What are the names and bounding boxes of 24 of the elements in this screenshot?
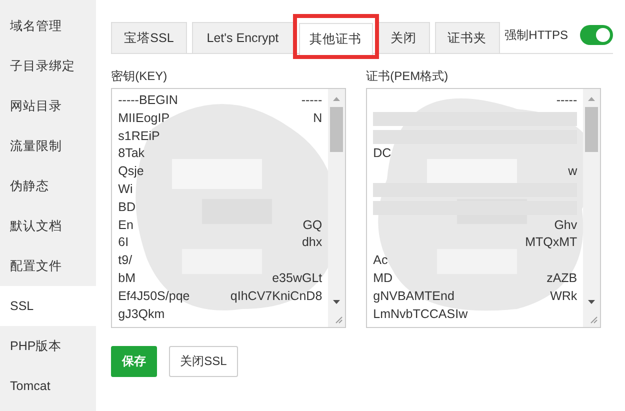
sidebar-item[interactable]: 伪静态 (0, 166, 96, 206)
tab[interactable]: 其他证书 (298, 23, 373, 55)
toggle-label: 强制HTTPS (504, 26, 568, 44)
tab[interactable]: 证书夹 (434, 22, 500, 53)
sidebar-item[interactable]: 配置文件 (0, 246, 96, 286)
scrollbar[interactable] (328, 89, 346, 327)
https-toggle[interactable] (580, 25, 613, 45)
field-label: 证书(PEM格式) (366, 68, 450, 85)
text-area[interactable]: -----BEGIN ----- MIIEogIP N s1REiP 8Tak Qsje Wi BD En GQ 6I dhx t9/ bM e35wGLt Ef4J50S/pqe qIhCV7KniCnD8 gJ3Qkm (111, 88, 346, 328)
text-area[interactable]: ----- DC w Ghv MTQxMT Ac MD zAZB gNVBAMTEnd WRk LmNvbTCCASIw (366, 88, 602, 328)
sidebar-item[interactable]: Tomcat (0, 366, 96, 406)
tab[interactable]: Let's Encrypt (192, 22, 294, 53)
scrollbar[interactable] (583, 89, 600, 327)
sidebar-item[interactable]: PHP版本 (0, 326, 96, 366)
sidebar-item[interactable]: 网站目录 (0, 86, 96, 126)
field-label: 密钥(KEY) (111, 68, 168, 85)
sidebar-item[interactable]: SSL (0, 286, 96, 326)
sidebar-item[interactable]: 默认文档 (0, 206, 96, 246)
sidebar-item[interactable]: 子目录绑定 (0, 46, 96, 86)
tab[interactable]: 宝塔SSL (111, 22, 187, 53)
sidebar-item[interactable]: 域名管理 (0, 6, 96, 46)
tab[interactable]: 关闭 (378, 22, 430, 53)
disable-ssl-button[interactable]: 关闭SSL (169, 346, 238, 377)
sidebar-item[interactable]: 流量限制 (0, 126, 96, 166)
